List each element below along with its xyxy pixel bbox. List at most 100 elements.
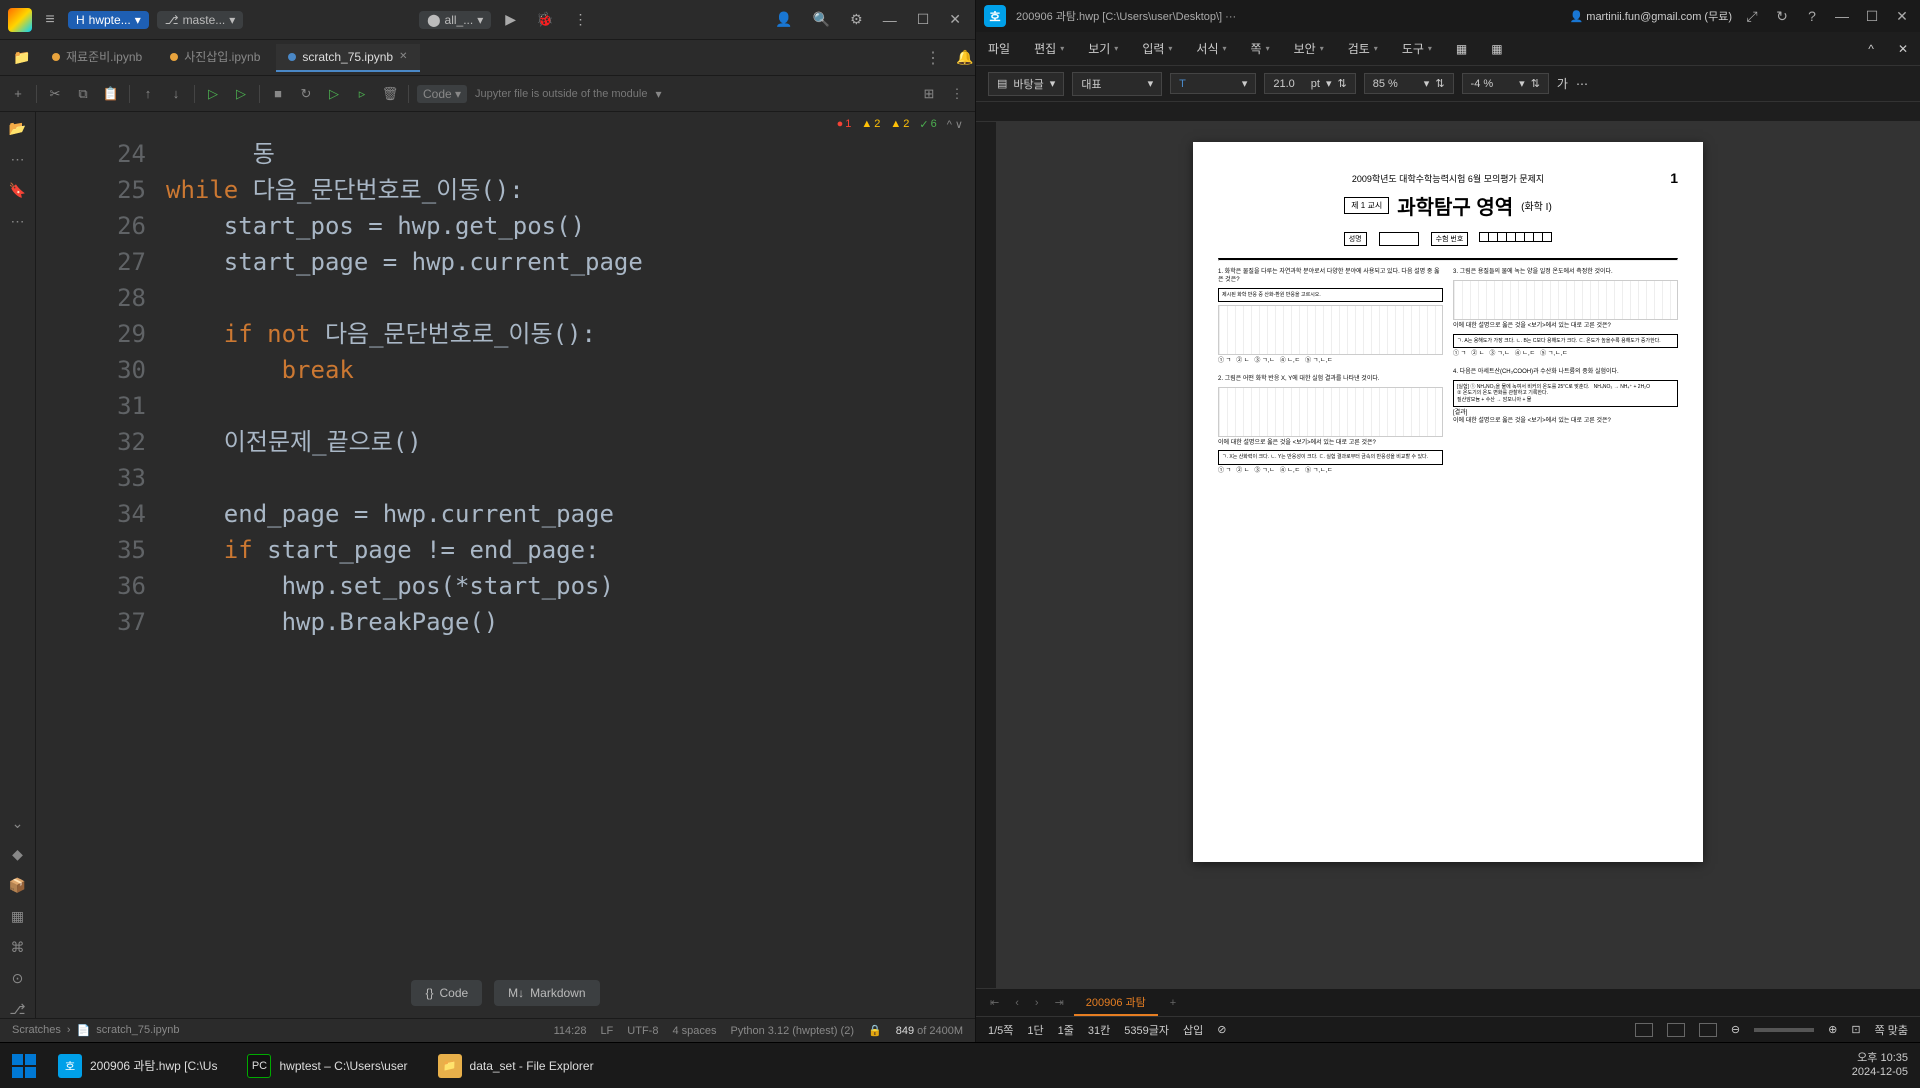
data-icon[interactable]: ⊞ xyxy=(919,86,939,102)
code-line[interactable]: 37 hwp.BreakPage() xyxy=(36,604,975,640)
cursor-position[interactable]: 114:28 xyxy=(554,1025,587,1037)
tab-file-3[interactable]: scratch_75.ipynb✕ xyxy=(276,44,419,72)
close-tab-icon[interactable]: ✕ xyxy=(399,51,407,62)
user-account[interactable]: 👤 martinii.fun@gmail.com (무료) xyxy=(1570,8,1732,24)
tab-file-1[interactable]: 재료준비.ipynb xyxy=(40,42,154,73)
more-tool-icon[interactable]: ⋯ xyxy=(11,213,25,230)
more-tabs-icon[interactable]: ⋮ xyxy=(925,48,941,68)
insert-mode[interactable]: 삽입 xyxy=(1183,1022,1203,1038)
add-markdown-cell-button[interactable]: M↓Markdown xyxy=(494,980,599,1006)
code-line[interactable]: 24 동 xyxy=(36,136,975,172)
align-button[interactable]: 가 xyxy=(1557,75,1568,92)
maximize-icon[interactable]: ☐ xyxy=(1862,6,1882,26)
view-mode-1[interactable] xyxy=(1635,1023,1653,1037)
add-code-cell-button[interactable]: {}Code xyxy=(411,980,482,1006)
cut-icon[interactable]: ✂ xyxy=(45,86,65,102)
run-below-icon[interactable]: ▹ xyxy=(352,86,372,102)
taskbar-app-pycharm[interactable]: PChwptest – C:\Users\user xyxy=(239,1050,415,1082)
change-tracking-icon[interactable]: ⊘ xyxy=(1217,1023,1226,1036)
document-tab[interactable]: 200906 과탐 xyxy=(1074,990,1158,1016)
code-line[interactable]: 27 start_page = hwp.current_page xyxy=(36,244,975,280)
code-line[interactable]: 29 if not 다음_문단번호로_이동(): xyxy=(36,316,975,352)
python-console-icon[interactable]: ◆ xyxy=(12,846,23,863)
ribbon-close-icon[interactable]: ✕ xyxy=(1898,42,1908,56)
code-with-me-icon[interactable]: 👤 xyxy=(769,11,798,28)
clear-icon[interactable]: 🗑 xyxy=(380,86,400,102)
menu-tools[interactable]: 도구▾ xyxy=(1402,40,1432,57)
menu-format[interactable]: 서식▾ xyxy=(1196,40,1226,57)
view-mode-2[interactable] xyxy=(1667,1023,1685,1037)
add-cell-icon[interactable]: + xyxy=(8,86,28,101)
menu-input[interactable]: 입력▾ xyxy=(1142,40,1172,57)
move-up-icon[interactable]: ↑ xyxy=(138,86,158,101)
menu-review[interactable]: 검토▾ xyxy=(1348,40,1378,57)
code-line[interactable]: 32 이전문제_끝으로() xyxy=(36,424,975,460)
code-line[interactable]: 30 break xyxy=(36,352,975,388)
code-line[interactable]: 28 xyxy=(36,280,975,316)
stop-icon[interactable]: ■ xyxy=(268,86,288,101)
restart-icon[interactable]: ↻ xyxy=(296,86,316,102)
run-icon[interactable]: ▶ xyxy=(499,11,522,28)
main-menu-icon[interactable]: ≡ xyxy=(40,10,60,30)
copy-icon[interactable]: ⧉ xyxy=(73,86,93,102)
start-button[interactable] xyxy=(12,1054,36,1078)
maximize-icon[interactable]: ☐ xyxy=(911,11,936,28)
more-icon[interactable]: ⋮ xyxy=(567,11,593,28)
menu-page[interactable]: 쪽▾ xyxy=(1251,40,1270,57)
style-select[interactable]: ▤바탕글▾ xyxy=(988,72,1064,96)
fit-label[interactable]: 쪽 맞춤 xyxy=(1875,1022,1908,1038)
run-config-chip[interactable]: ⬤all_...▾ xyxy=(419,11,491,29)
help-icon[interactable]: ? xyxy=(1802,6,1822,26)
page-indicator[interactable]: 1/5쪽 xyxy=(988,1022,1013,1038)
spacing-select[interactable]: -4 %▾⇅ xyxy=(1462,73,1549,94)
add-tab-icon[interactable]: + xyxy=(1162,997,1184,1009)
zoom-select[interactable]: 85 %▾⇅ xyxy=(1364,73,1454,94)
close-icon[interactable]: ✕ xyxy=(1892,6,1912,26)
vcs-icon[interactable]: ⎇ xyxy=(9,1001,25,1018)
expand-icon[interactable]: ⤢ xyxy=(1742,6,1762,26)
line-separator[interactable]: LF xyxy=(600,1025,613,1037)
notifications-icon[interactable]: 🔔 xyxy=(955,48,975,68)
more-toolbar-icon[interactable]: ⋮ xyxy=(947,86,967,102)
taskbar-app-hwp[interactable]: 호200906 과탐.hwp [C:\Us xyxy=(50,1050,225,1082)
terminal-icon[interactable]: ⌘ xyxy=(11,939,25,956)
breadcrumb[interactable]: Scratches› 📄scratch_75.ipynb xyxy=(12,1024,179,1037)
system-tray[interactable]: 오후 10:35 2024-12-05 xyxy=(1852,1052,1908,1078)
toolbar-toggle-icon[interactable]: ▦ xyxy=(1456,42,1467,56)
packages-icon[interactable]: 📦 xyxy=(9,877,26,894)
ok-badge[interactable]: ✓ 6 xyxy=(919,118,936,131)
zoom-in-icon[interactable]: ⊕ xyxy=(1828,1023,1837,1036)
warnings-badge[interactable]: ▲ 2 xyxy=(861,118,880,130)
view-mode-3[interactable] xyxy=(1699,1023,1717,1037)
code-line[interactable]: 31 xyxy=(36,388,975,424)
problems-icon[interactable]: ⊙ xyxy=(12,970,24,987)
code-line[interactable]: 33 xyxy=(36,460,975,496)
encoding[interactable]: UTF-8 xyxy=(627,1025,658,1037)
menu-security[interactable]: 보안▾ xyxy=(1294,40,1324,57)
menu-file[interactable]: 파일 xyxy=(988,40,1010,57)
zoom-slider[interactable] xyxy=(1754,1028,1814,1032)
bookmarks-icon[interactable]: 🔖 xyxy=(9,182,26,199)
settings-icon[interactable]: ⚙ xyxy=(844,11,869,28)
zoom-fit-icon[interactable]: ⊡ xyxy=(1851,1023,1860,1036)
search-icon[interactable]: 🔍 xyxy=(807,11,836,28)
tab-file-2[interactable]: 사진삽입.ipynb xyxy=(158,42,272,73)
indent[interactable]: 4 spaces xyxy=(672,1025,716,1037)
project-icon[interactable]: 📂 xyxy=(9,120,26,137)
memory-indicator[interactable]: 849 of 2400M xyxy=(896,1025,963,1037)
run-cell-icon[interactable]: ▷ xyxy=(203,86,223,102)
services-icon[interactable]: ▦ xyxy=(11,908,24,925)
weak-badge[interactable]: ▲ 2 xyxy=(890,118,909,130)
taskbar-app-explorer[interactable]: 📁data_set - File Explorer xyxy=(430,1050,602,1082)
collapse-icon[interactable]: ⌄ xyxy=(12,815,24,832)
horizontal-ruler[interactable] xyxy=(976,102,1920,122)
cell-type-select[interactable]: Code ▾ xyxy=(417,85,467,103)
menu-edit[interactable]: 편집▾ xyxy=(1034,40,1064,57)
minimize-icon[interactable]: — xyxy=(877,12,903,28)
paste-icon[interactable]: 📋 xyxy=(101,86,121,102)
code-line[interactable]: 34 end_page = hwp.current_page xyxy=(36,496,975,532)
tab-prev-icon[interactable]: ‹ xyxy=(1009,997,1025,1009)
font-select[interactable]: T▾ xyxy=(1170,73,1256,94)
zoom-out-icon[interactable]: ⊖ xyxy=(1731,1023,1740,1036)
tab-first-icon[interactable]: ⇤ xyxy=(984,996,1005,1009)
